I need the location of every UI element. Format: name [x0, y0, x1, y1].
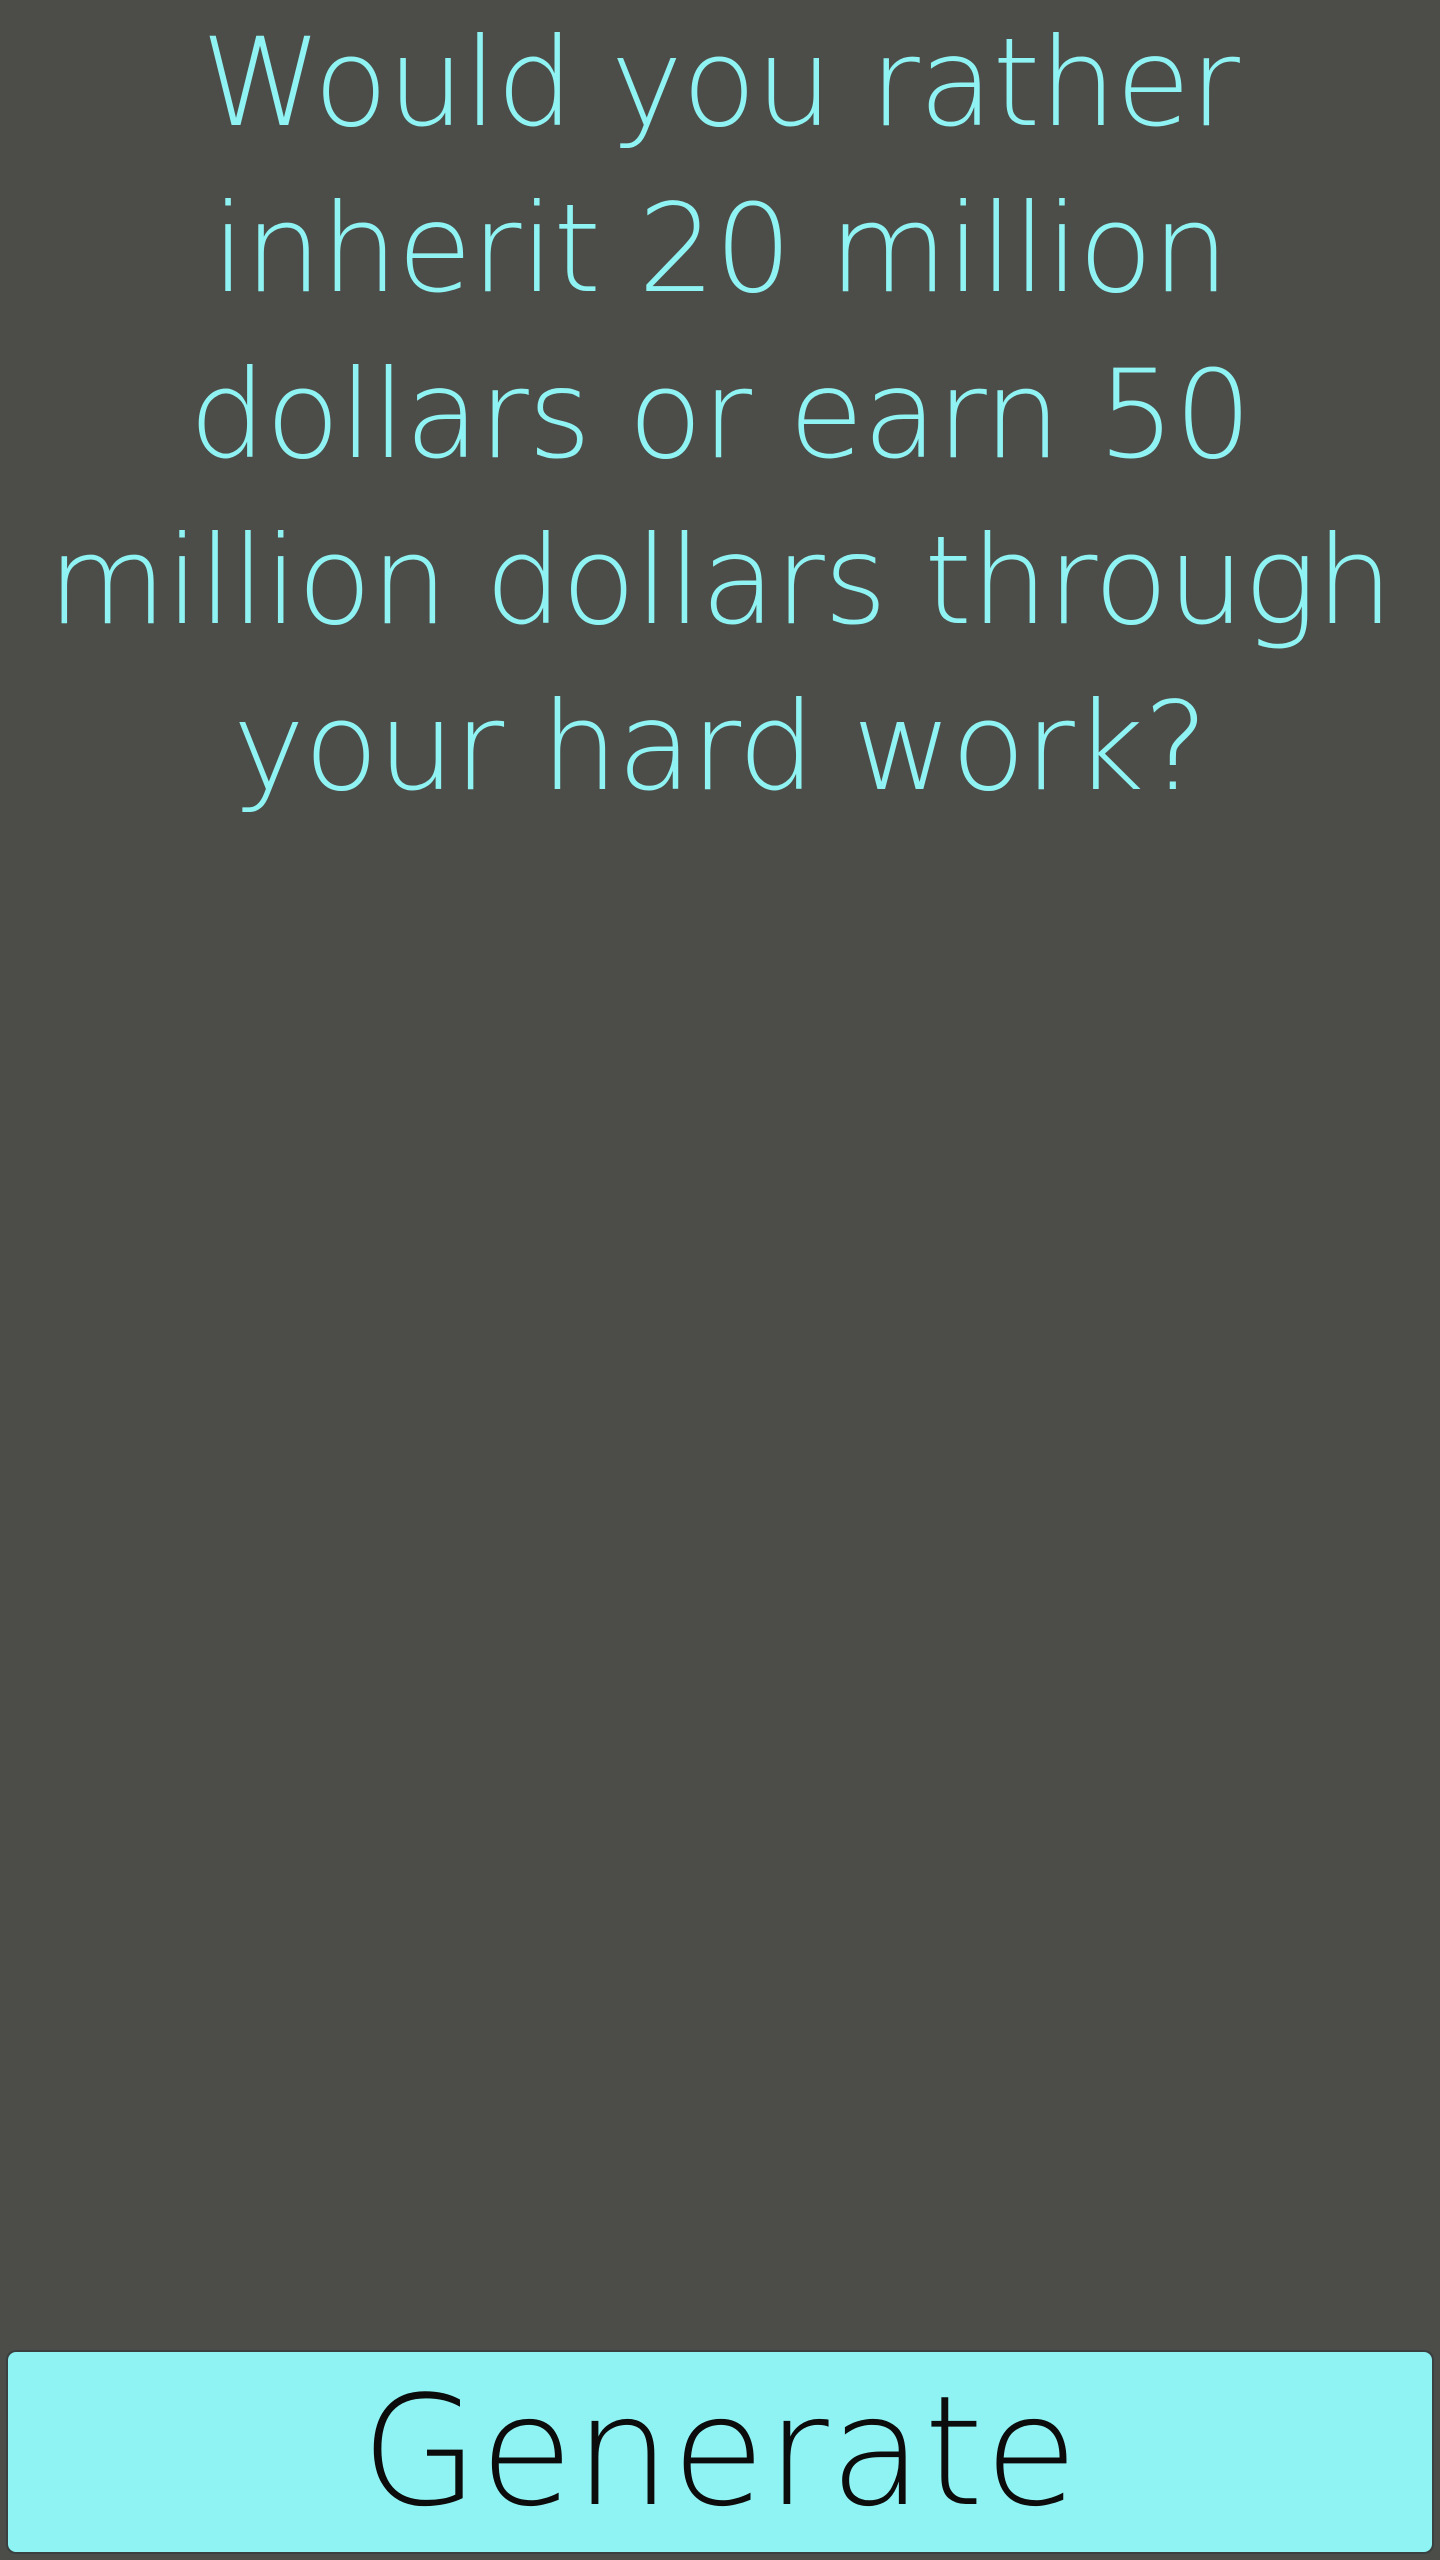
app-screen: Would you rather inherit 20 million doll…: [0, 0, 1440, 2560]
question-text: Would you rather inherit 20 million doll…: [47, 12, 1393, 818]
generate-button-label: Generate: [361, 2363, 1079, 2540]
generate-button[interactable]: Generate: [6, 2350, 1434, 2554]
